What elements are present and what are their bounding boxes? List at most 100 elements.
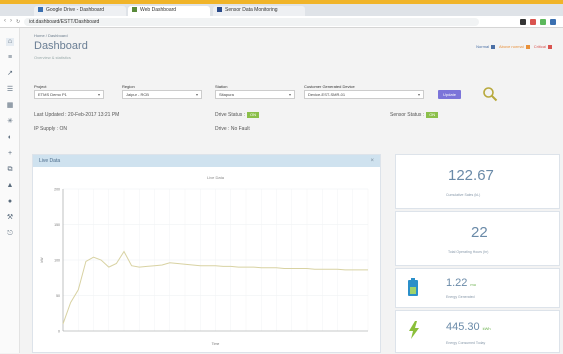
lightning-icon (409, 321, 419, 339)
device-value: Device-EST-SMR-01 (308, 92, 346, 97)
drive-status-badge: ON (247, 112, 260, 118)
y-tick-label: 100 (54, 259, 60, 263)
update-button[interactable]: Update (438, 90, 461, 99)
stat-value: 22 (471, 224, 488, 241)
stat-value-row: 1.22 mu (446, 277, 476, 289)
tab-favicon-icon (217, 7, 222, 13)
drive-status: Drive Status : ON (215, 112, 260, 118)
x-axis-label: Time (212, 342, 220, 346)
region-select[interactable]: Jaipur - RCB ▾ (122, 90, 202, 99)
home-icon[interactable]: ⌂ (6, 38, 14, 46)
browser-tab-1[interactable]: Google Drive - Dashboard (34, 6, 126, 16)
grid-icon[interactable]: ▦ (6, 102, 14, 110)
menu-icon[interactable]: ≡ (6, 54, 14, 62)
close-icon[interactable]: × (370, 155, 374, 167)
extension-icon[interactable] (520, 19, 526, 25)
status-legend: Normal Above normal Critical (476, 44, 555, 49)
region-value: Jaipur - RCB (126, 92, 149, 97)
station-select[interactable]: Sitapura ▾ (215, 90, 295, 99)
chart-icon[interactable]: ↗ (6, 70, 14, 78)
tab-label: Web Dashboard (140, 7, 177, 13)
drive-error-text: Drive : No Fault (215, 126, 250, 132)
project-value: ETMS Demo P1 (38, 92, 67, 97)
station-label: Station (215, 84, 228, 89)
reload-icon[interactable]: ↻ (16, 19, 20, 25)
drive-status-label: Drive Status : (215, 112, 246, 118)
y-axis-label: kW (40, 257, 44, 263)
battery-icon (408, 278, 418, 296)
live-data-panel: Live Data × Live Data 0 50 100 150 200 kW Time (32, 154, 381, 353)
stat-card-consumption: 445.30 kWh Energy Consumed Today (395, 310, 560, 353)
page-title: Dashboard (34, 40, 88, 52)
reports-icon[interactable]: ⧉ (6, 166, 14, 174)
legend-normal-swatch (491, 44, 496, 49)
browser-tab-3[interactable]: Sensor Data Monitoring (213, 6, 305, 16)
list-icon[interactable]: ☰ (6, 86, 14, 94)
y-tick-label: 0 (58, 330, 60, 334)
sensor-status-label: Sensor Status : (390, 112, 425, 118)
device-select[interactable]: Device-EST-SMR-01 ▾ (304, 90, 424, 99)
chevron-down-icon: ▾ (417, 92, 420, 97)
user-icon[interactable]: ◐ (6, 134, 14, 142)
y-tick-label: 50 (56, 294, 60, 298)
panel-header: Live Data × (33, 155, 380, 167)
back-icon[interactable]: ‹ (4, 18, 6, 24)
device-label: Customer Generated Device (304, 84, 355, 89)
stat-unit: mu (470, 282, 476, 287)
location-icon[interactable]: ● (6, 198, 14, 206)
stat-label: Cumulative Sales (kL) (446, 193, 481, 197)
tab-label: Sensor Data Monitoring (225, 7, 278, 13)
legend-above-label: Above normal (498, 44, 524, 49)
chevron-down-icon: ▾ (195, 92, 198, 97)
legend-critical-swatch (548, 44, 552, 49)
last-updated-text: Last Updated : 20-Feb-2017 13:21 PM (34, 112, 120, 118)
stat-value-row: 445.30 kWh (446, 321, 491, 333)
wrench-icon[interactable]: ⚒ (6, 214, 14, 222)
ip-supply-text: IP Supply : ON (34, 126, 67, 132)
legend-normal-label: Normal (476, 44, 490, 49)
settings-icon[interactable]: ✳ (6, 118, 14, 126)
stat-label: Total Operating Hours (hr) (448, 250, 489, 254)
region-label: Region (122, 84, 135, 89)
stat-card-sales: 122.67 Cumulative Sales (kL) (395, 154, 560, 209)
sidebar: ⌂ ≡ ↗ ☰ ▦ ✳ ◐ + ⧉ ▲ ● ⚒ ⎋ (0, 28, 20, 353)
page-subtitle: Overview & statistics (34, 55, 71, 60)
search-icon[interactable] (482, 86, 498, 102)
panel-title: Live Data (39, 158, 61, 164)
project-select[interactable]: ETMS Demo P1 ▾ (34, 90, 104, 99)
stat-card-energy: 1.22 mu Energy Generated (395, 268, 560, 308)
stat-value: 1.22 (446, 277, 468, 289)
legend-above-swatch (525, 44, 530, 49)
forward-icon[interactable]: › (10, 18, 12, 24)
chart-title: Live Data (207, 175, 225, 180)
stat-label: Energy Consumed Today (446, 341, 486, 345)
url-input[interactable]: iot.dashboard/ESTT/Dashboard (24, 18, 479, 26)
chevron-down-icon: ▾ (288, 92, 291, 97)
stat-value: 445.30 (446, 321, 480, 333)
y-tick-label: 150 (54, 223, 60, 227)
main-content: Home / Dashboard Dashboard Overview & st… (20, 28, 563, 353)
stat-label: Energy Generated (446, 295, 475, 299)
logout-icon[interactable]: ⎋ (6, 230, 14, 238)
stat-unit: kWh (482, 326, 491, 331)
extension-icon[interactable] (540, 19, 546, 25)
breadcrumb[interactable]: Home / Dashboard (34, 33, 68, 38)
extension-icon[interactable] (530, 19, 536, 25)
legend-critical-label: Critical (533, 44, 546, 49)
tab-label: Google Drive - Dashboard (46, 7, 105, 13)
tab-favicon-icon (38, 7, 43, 13)
browser-address-bar: ‹ › ↻ iot.dashboard/ESTT/Dashboard (0, 16, 563, 28)
stat-card-hours: 22 Total Operating Hours (hr) (395, 211, 560, 266)
live-data-chart: Live Data 0 50 100 150 200 kW Time (40, 175, 369, 346)
sensor-status: Sensor Status : ON (390, 112, 439, 118)
browser-tab-2[interactable]: Web Dashboard (128, 6, 210, 16)
station-value: Sitapura (219, 92, 234, 97)
chevron-down-icon: ▾ (97, 92, 100, 97)
extension-icon[interactable] (550, 19, 556, 25)
tab-favicon-icon (132, 7, 137, 13)
sensor-status-badge: ON (426, 112, 439, 118)
stat-value: 122.67 (448, 167, 494, 184)
alarm-icon[interactable]: ▲ (6, 182, 14, 190)
project-label: Project (34, 84, 47, 89)
plus-icon[interactable]: + (6, 150, 14, 158)
